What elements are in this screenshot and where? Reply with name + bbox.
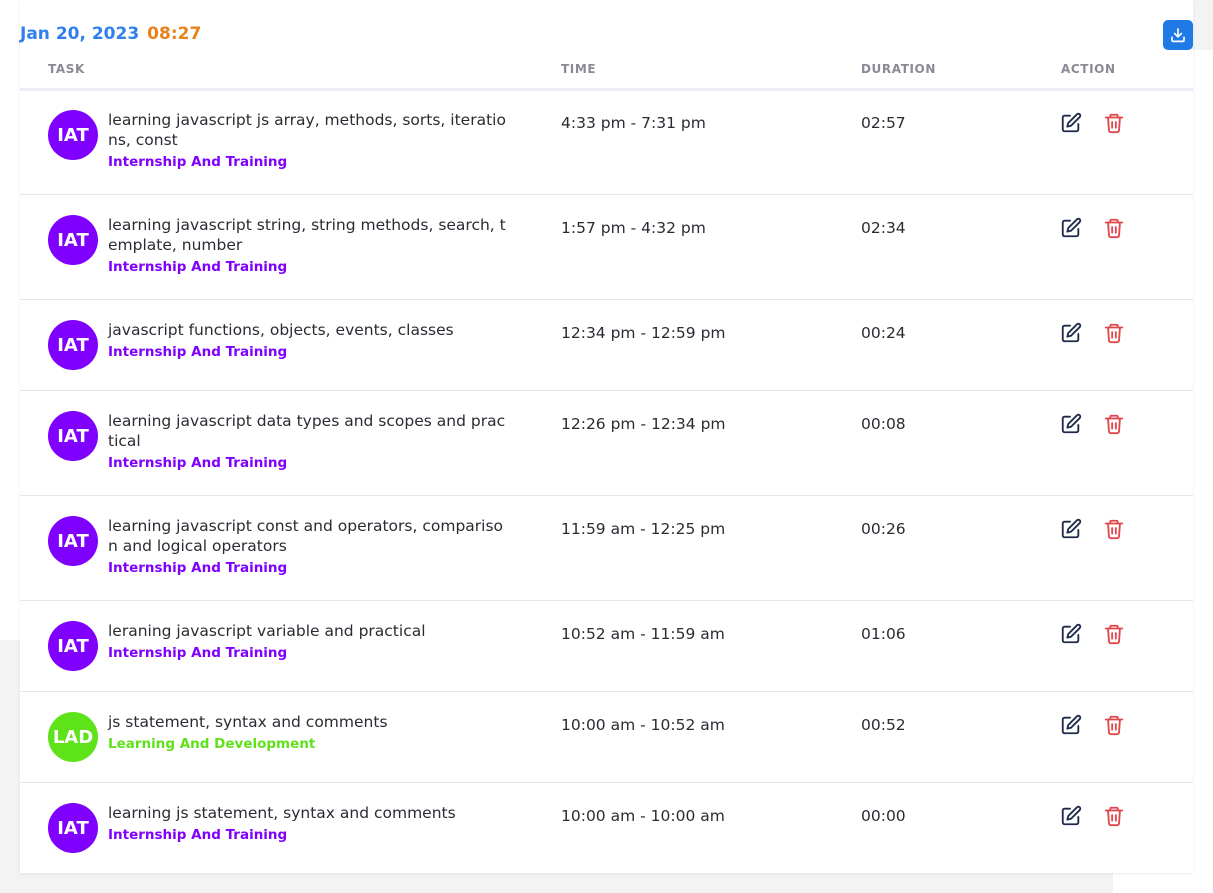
avatar: IAT — [48, 411, 98, 461]
trash-icon[interactable] — [1103, 322, 1125, 344]
edit-icon[interactable] — [1060, 623, 1082, 645]
task-category: Internship And Training — [108, 344, 288, 360]
edit-icon[interactable] — [1060, 805, 1082, 827]
avatar: LAD — [48, 712, 98, 762]
column-header-time: TIME — [561, 62, 597, 76]
table-row: IAT leraning javascript variable and pra… — [20, 601, 1193, 692]
trash-icon[interactable] — [1103, 623, 1125, 645]
task-time: 10:00 am - 10:00 am — [561, 807, 725, 825]
avatar-initials: IAT — [57, 817, 89, 839]
entry-date: Jan 20, 2023 — [20, 24, 140, 44]
trash-icon[interactable] — [1103, 714, 1125, 736]
table-row: IAT learning javascript js array, method… — [20, 91, 1193, 195]
avatar-initials: IAT — [57, 334, 89, 356]
avatar-initials: IAT — [57, 229, 89, 251]
task-duration: 00:08 — [861, 415, 906, 433]
avatar-initials: IAT — [57, 124, 89, 146]
avatar-initials: IAT — [57, 425, 89, 447]
task-time: 12:34 pm - 12:59 pm — [561, 324, 726, 342]
task-duration: 00:24 — [861, 324, 906, 342]
total-time: 08:27 — [147, 24, 202, 44]
table-row: IAT learning javascript const and operat… — [20, 496, 1193, 601]
task-title: learning javascript const and operators,… — [108, 517, 504, 555]
download-icon — [1171, 28, 1185, 43]
task-time: 4:33 pm - 7:31 pm — [561, 114, 706, 132]
edit-icon[interactable] — [1060, 322, 1082, 344]
trash-icon[interactable] — [1103, 518, 1125, 540]
avatar: IAT — [48, 516, 98, 566]
task-duration: 00:26 — [861, 520, 906, 538]
task-category: Internship And Training — [108, 645, 288, 661]
avatar-initials: IAT — [57, 530, 89, 552]
task-category: Internship And Training — [108, 154, 288, 170]
trash-icon[interactable] — [1103, 805, 1125, 827]
column-header-task: TASK — [48, 62, 85, 76]
edit-icon[interactable] — [1060, 413, 1082, 435]
trash-icon[interactable] — [1103, 217, 1125, 239]
avatar: IAT — [48, 320, 98, 370]
avatar-initials: LAD — [52, 726, 94, 748]
task-duration: 00:00 — [861, 807, 906, 825]
task-title: learning js statement, syntax and commen… — [108, 804, 456, 822]
task-category: Internship And Training — [108, 827, 288, 843]
task-time: 11:59 am - 12:25 pm — [561, 520, 726, 538]
task-title: leraning javascript variable and practic… — [108, 622, 426, 640]
avatar: IAT — [48, 803, 98, 853]
task-title: learning javascript data types and scope… — [108, 412, 506, 450]
task-title: learning javascript string, string metho… — [108, 216, 506, 254]
task-time: 10:00 am - 10:52 am — [561, 716, 725, 734]
task-title: learning javascript js array, methods, s… — [108, 111, 506, 149]
task-duration: 02:57 — [861, 114, 906, 132]
date-header: Jan 20, 2023 08:27 — [20, 24, 201, 44]
edit-icon[interactable] — [1060, 217, 1082, 239]
table-row: LAD js statement, syntax and comments Le… — [20, 692, 1193, 783]
edit-icon[interactable] — [1060, 714, 1082, 736]
edit-icon[interactable] — [1060, 112, 1082, 134]
avatar-initials: IAT — [57, 635, 89, 657]
trash-icon[interactable] — [1103, 413, 1125, 435]
task-time: 10:52 am - 11:59 am — [561, 625, 725, 643]
avatar: IAT — [48, 215, 98, 265]
trash-icon[interactable] — [1103, 112, 1125, 134]
task-duration: 02:34 — [861, 219, 906, 237]
task-category: Internship And Training — [108, 455, 288, 471]
task-time: 1:57 pm - 4:32 pm — [561, 219, 706, 237]
task-time: 12:26 pm - 12:34 pm — [561, 415, 726, 433]
task-duration: 01:06 — [861, 625, 906, 643]
task-title: javascript functions, objects, events, c… — [108, 321, 454, 339]
table-row: IAT learning js statement, syntax and co… — [20, 783, 1193, 873]
task-category: Learning And Development — [108, 736, 316, 752]
table-row: IAT learning javascript string, string m… — [20, 195, 1193, 300]
task-duration: 00:52 — [861, 716, 906, 734]
column-header-action: ACTION — [1061, 62, 1116, 76]
task-title: js statement, syntax and comments — [108, 713, 388, 731]
table-row: IAT javascript functions, objects, event… — [20, 300, 1193, 391]
download-button[interactable] — [1163, 20, 1193, 50]
avatar: IAT — [48, 110, 98, 160]
avatar: IAT — [48, 621, 98, 671]
table-header: TASK TIME DURATION ACTION — [20, 62, 1193, 91]
table-row: IAT learning javascript data types and s… — [20, 391, 1193, 496]
edit-icon[interactable] — [1060, 518, 1082, 540]
task-category: Internship And Training — [108, 560, 288, 576]
task-category: Internship And Training — [108, 259, 288, 275]
column-header-duration: DURATION — [861, 62, 936, 76]
timesheet-card: Jan 20, 2023 08:27 TASK TIME DURATION ACT… — [20, 0, 1193, 873]
